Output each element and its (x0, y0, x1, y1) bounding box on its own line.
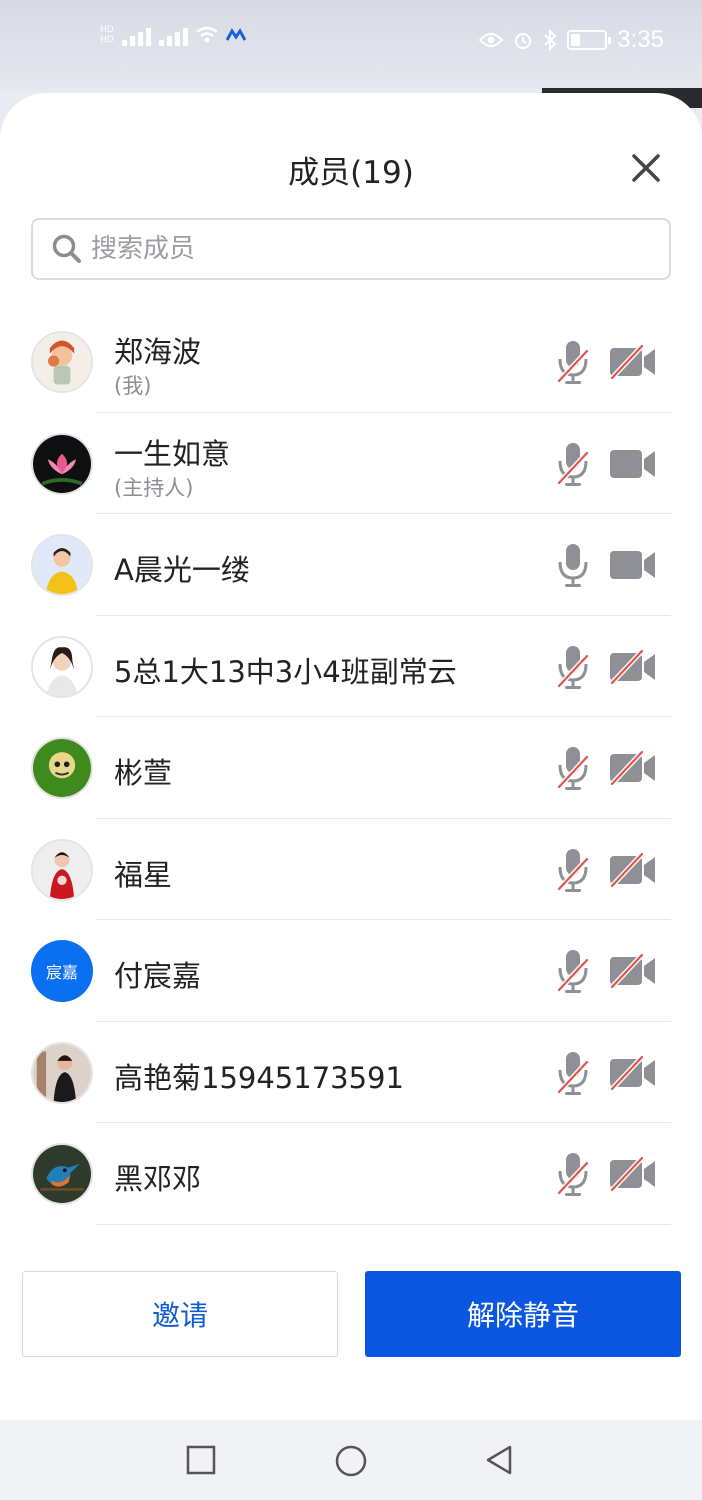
avatar (31, 838, 93, 901)
mic-muted-icon[interactable] (556, 745, 590, 791)
mic-muted-icon[interactable] (556, 644, 590, 690)
search-box[interactable] (31, 218, 671, 280)
member-row[interactable]: 黑邓邓 (0, 1123, 702, 1225)
member-row[interactable]: 宸嘉 付宸嘉 (0, 920, 702, 1022)
signal-icon-2 (158, 24, 188, 46)
mic-muted-icon[interactable] (556, 1151, 590, 1197)
camera-off-icon[interactable] (609, 851, 657, 888)
camera-off-icon[interactable] (609, 1156, 657, 1192)
bluetooth-icon (544, 29, 557, 51)
dialog-title: 成员(19) (288, 155, 414, 191)
navigation-bar (0, 1420, 702, 1500)
avatar-text: 宸嘉 (45, 963, 78, 982)
sim-label: HD HD (100, 25, 114, 45)
divider (95, 1223, 671, 1225)
member-role: (主持人) (114, 475, 194, 500)
member-row[interactable]: 彬萱 (0, 717, 702, 819)
member-name: 付宸嘉 (114, 959, 202, 993)
member-row[interactable]: 一生如意 (主持人) (0, 413, 702, 514)
avatar (31, 432, 93, 495)
members-sheet: 成员(19) 郑海波 (我) 一生如意 (主持人) A晨光一缕 (0, 93, 702, 1420)
member-name: 一生如意 (114, 436, 231, 471)
member-row[interactable]: 5总1大13中3小4班副常云 (0, 616, 702, 717)
status-left: HD HD (100, 24, 246, 46)
camera-off-icon[interactable] (609, 750, 657, 786)
member-name: 高艳菊15945173591 (114, 1060, 404, 1095)
mic-muted-icon[interactable] (556, 339, 590, 385)
camera-icon[interactable] (609, 447, 657, 481)
camera-icon[interactable] (609, 548, 657, 582)
search-input[interactable] (91, 234, 631, 264)
camera-off-icon[interactable] (609, 648, 657, 685)
member-role: (我) (114, 374, 152, 398)
camera-off-icon[interactable] (609, 953, 657, 989)
avatar (31, 1041, 93, 1104)
member-name: 5总1大13中3小4班副常云 (114, 654, 457, 689)
member-row[interactable]: 郑海波 (我) (0, 311, 702, 413)
avatar (31, 331, 93, 393)
battery-icon (567, 30, 612, 50)
eye-icon (479, 33, 504, 47)
member-row[interactable]: 福星 (0, 819, 702, 920)
mic-muted-icon[interactable] (556, 441, 590, 487)
unmute-button[interactable]: 解除静音 (365, 1271, 681, 1357)
mic-icon[interactable] (556, 542, 590, 588)
recent-apps-icon[interactable] (185, 1444, 217, 1476)
member-name: A晨光一缕 (114, 553, 250, 587)
avatar (31, 534, 93, 596)
wifi-icon (195, 26, 218, 43)
mic-muted-icon[interactable] (556, 1050, 590, 1096)
avatar (31, 1143, 93, 1205)
member-name: 福星 (114, 857, 173, 892)
status-time: 3:35 (617, 26, 664, 53)
member-name: 郑海波 (114, 335, 202, 369)
member-list: 郑海波 (我) 一生如意 (主持人) A晨光一缕 5总1大13中3小4班副常云 (0, 311, 702, 1225)
invite-button[interactable]: 邀请 (22, 1271, 338, 1357)
member-name: 黑邓邓 (114, 1162, 202, 1196)
avatar (31, 635, 93, 698)
back-icon[interactable] (484, 1444, 516, 1476)
member-row[interactable]: 高艳菊15945173591 (0, 1022, 702, 1123)
home-icon[interactable] (334, 1444, 368, 1478)
status-bar: HD HD 3:35 (0, 0, 702, 90)
avatar (31, 737, 93, 799)
signal-icon (121, 24, 151, 46)
close-icon[interactable] (628, 150, 664, 186)
status-right: 3:35 (479, 26, 664, 54)
camera-off-icon[interactable] (609, 1054, 657, 1091)
search-icon (52, 234, 81, 263)
mic-muted-icon[interactable] (556, 948, 590, 994)
alarm-icon (515, 33, 532, 49)
camera-off-icon[interactable] (609, 344, 657, 380)
member-name: 彬萱 (114, 756, 173, 790)
member-row[interactable]: A晨光一缕 (0, 514, 702, 616)
avatar: 宸嘉 (31, 940, 93, 1002)
mic-muted-icon[interactable] (556, 847, 590, 893)
app-notification-icon (225, 28, 246, 41)
